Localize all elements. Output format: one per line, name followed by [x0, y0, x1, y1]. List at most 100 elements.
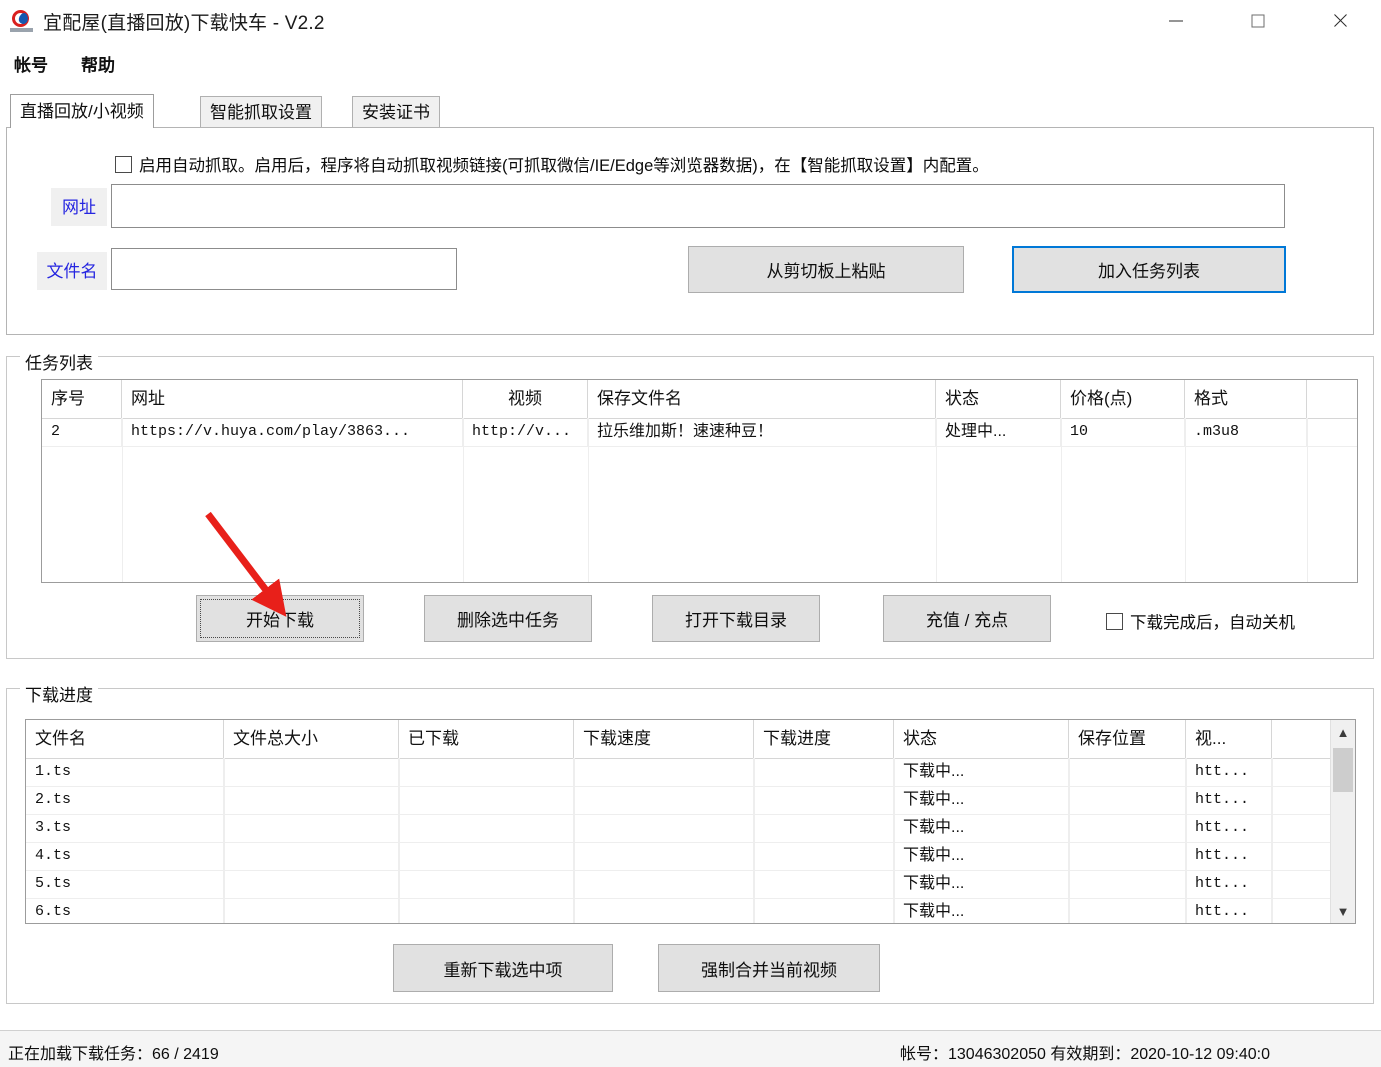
- tab-panel-live-replay: 启用自动抓取。启用后，程序将自动抓取视频链接(可抓取微信/IE/Edge等浏览器…: [6, 127, 1374, 335]
- prog-cell-downloaded: [399, 898, 574, 923]
- task-col-video[interactable]: 视频: [463, 380, 588, 418]
- task-cell-status: 处理中...: [936, 418, 1061, 446]
- task-col-format[interactable]: 格式: [1185, 380, 1307, 418]
- close-button[interactable]: [1317, 0, 1363, 41]
- list-item[interactable]: 1.ts 下载中... htt...: [26, 758, 1355, 787]
- task-col-seq[interactable]: 序号: [42, 380, 122, 418]
- auto-capture-row: 启用自动抓取。启用后，程序将自动抓取视频链接(可抓取微信/IE/Edge等浏览器…: [115, 152, 989, 176]
- recharge-button[interactable]: 充值 / 充点: [883, 595, 1051, 642]
- prog-cell-status: 下载中...: [894, 786, 1069, 814]
- title-bar: 宜配屋(直播回放)下载快车 - V2.2: [0, 0, 1381, 42]
- prog-cell-video: htt...: [1186, 870, 1272, 898]
- task-col-url[interactable]: 网址: [122, 380, 463, 418]
- prog-cell-location: [1069, 842, 1186, 870]
- prog-col-progress[interactable]: 下载进度: [754, 720, 894, 758]
- prog-col-location[interactable]: 保存位置: [1069, 720, 1186, 758]
- delete-selected-task-button[interactable]: 删除选中任务: [424, 595, 592, 642]
- progress-vertical-scrollbar[interactable]: ▲ ▼: [1330, 720, 1355, 923]
- task-col-savename[interactable]: 保存文件名: [588, 380, 936, 418]
- prog-cell-speed: [574, 842, 754, 870]
- prog-cell-downloaded: [399, 870, 574, 898]
- prog-cell-filename: 4.ts: [26, 842, 224, 870]
- list-item[interactable]: 2.ts 下载中... htt...: [26, 786, 1355, 815]
- tab-install-certificate[interactable]: 安装证书: [352, 96, 440, 128]
- table-row[interactable]: 2 https://v.huya.com/play/3863... http:/…: [42, 418, 1357, 447]
- window-title: 宜配屋(直播回放)下载快车 - V2.2: [43, 13, 325, 34]
- prog-col-status[interactable]: 状态: [894, 720, 1069, 758]
- chevron-down-icon[interactable]: ▼: [1331, 899, 1355, 923]
- prog-cell-filename: 1.ts: [26, 758, 224, 786]
- prog-col-totalsize[interactable]: 文件总大小: [224, 720, 399, 758]
- filename-input[interactable]: [111, 248, 457, 290]
- redownload-selected-button[interactable]: 重新下载选中项: [393, 944, 613, 992]
- list-item[interactable]: 3.ts 下载中... htt...: [26, 814, 1355, 843]
- prog-cell-progress: [754, 814, 894, 842]
- prog-cell-filename: 2.ts: [26, 786, 224, 814]
- task-col-status[interactable]: 状态: [936, 380, 1061, 418]
- prog-cell-status: 下载中...: [894, 814, 1069, 842]
- prog-col-video[interactable]: 视...: [1186, 720, 1272, 758]
- auto-shutdown-row: 下载完成后，自动关机: [1106, 609, 1295, 633]
- task-cell-video: http://v...: [463, 418, 588, 446]
- menu-bar: 帐号 帮助: [0, 41, 1381, 79]
- start-download-button[interactable]: 开始下载: [196, 595, 364, 642]
- download-progress-grid[interactable]: 文件名 文件总大小 已下载 下载速度 下载进度 状态 保存位置 视... 1.t…: [25, 719, 1356, 924]
- add-to-task-list-button[interactable]: 加入任务列表: [1012, 246, 1286, 293]
- prog-cell-filename: 6.ts: [26, 898, 224, 923]
- prog-col-spacer: [1272, 720, 1333, 758]
- prog-cell-speed: [574, 870, 754, 898]
- prog-cell-filename: 5.ts: [26, 870, 224, 898]
- scrollbar-thumb[interactable]: [1333, 748, 1353, 792]
- auto-shutdown-checkbox[interactable]: [1106, 612, 1123, 630]
- paste-from-clipboard-button[interactable]: 从剪切板上粘贴: [688, 246, 964, 293]
- filename-input-field[interactable]: [112, 249, 456, 289]
- download-progress-header: 文件名 文件总大小 已下载 下载速度 下载进度 状态 保存位置 视...: [26, 720, 1355, 759]
- auto-capture-checkbox[interactable]: [115, 155, 132, 173]
- prog-col-filename[interactable]: 文件名: [26, 720, 224, 758]
- prog-cell-progress: [754, 786, 894, 814]
- task-list-group-title: 任务列表: [20, 349, 98, 374]
- prog-cell-spacer: [1272, 898, 1333, 923]
- minimize-icon: [1169, 20, 1183, 21]
- prog-cell-speed: [574, 786, 754, 814]
- tab-live-replay[interactable]: 直播回放/小视频: [10, 94, 154, 128]
- maximize-button[interactable]: [1235, 0, 1281, 41]
- tab-smart-capture-settings[interactable]: 智能抓取设置: [200, 96, 322, 128]
- prog-cell-location: [1069, 758, 1186, 786]
- url-input[interactable]: [111, 184, 1285, 228]
- task-col-price[interactable]: 价格(点): [1061, 380, 1185, 418]
- prog-cell-progress: [754, 898, 894, 923]
- minimize-button[interactable]: [1153, 0, 1199, 41]
- status-loading-tasks: 正在加载下载任务：66 / 2419: [8, 1046, 219, 1063]
- task-cell-format: .m3u8: [1185, 418, 1307, 446]
- app-logo-icon: [10, 9, 34, 33]
- close-icon: [1332, 13, 1348, 29]
- task-col-spacer: [1307, 380, 1357, 418]
- prog-cell-video: htt...: [1186, 814, 1272, 842]
- list-item[interactable]: 6.ts 下载中... htt...: [26, 898, 1355, 923]
- prog-cell-spacer: [1272, 814, 1333, 842]
- open-download-directory-button[interactable]: 打开下载目录: [652, 595, 820, 642]
- menu-item-account[interactable]: 帐号: [9, 49, 53, 78]
- task-cell-url: https://v.huya.com/play/3863...: [122, 418, 463, 446]
- prog-col-speed[interactable]: 下载速度: [574, 720, 754, 758]
- menu-item-help[interactable]: 帮助: [76, 49, 120, 78]
- url-input-field[interactable]: [112, 185, 1284, 227]
- task-cell-spacer: [1307, 418, 1357, 446]
- tab-strip: 直播回放/小视频 智能抓取设置 安装证书: [6, 94, 1375, 128]
- prog-col-downloaded[interactable]: 已下载: [399, 720, 574, 758]
- list-item[interactable]: 5.ts 下载中... htt...: [26, 870, 1355, 899]
- force-merge-video-button[interactable]: 强制合并当前视频: [658, 944, 880, 992]
- prog-cell-downloaded: [399, 786, 574, 814]
- prog-cell-totalsize: [224, 842, 399, 870]
- chevron-up-icon[interactable]: ▲: [1331, 720, 1355, 744]
- prog-cell-filename: 3.ts: [26, 814, 224, 842]
- auto-capture-label: 启用自动抓取。启用后，程序将自动抓取视频链接(可抓取微信/IE/Edge等浏览器…: [139, 157, 989, 175]
- list-item[interactable]: 4.ts 下载中... htt...: [26, 842, 1355, 871]
- task-list-grid[interactable]: 序号 网址 视频 保存文件名 状态 价格(点) 格式 2 https://v.h…: [41, 379, 1358, 583]
- prog-cell-status: 下载中...: [894, 898, 1069, 923]
- url-label: 网址: [51, 188, 107, 226]
- application-window: 宜配屋(直播回放)下载快车 - V2.2 帐号 帮助 直播回放/小视频 智能抓取…: [0, 0, 1381, 1067]
- prog-cell-location: [1069, 814, 1186, 842]
- prog-cell-totalsize: [224, 814, 399, 842]
